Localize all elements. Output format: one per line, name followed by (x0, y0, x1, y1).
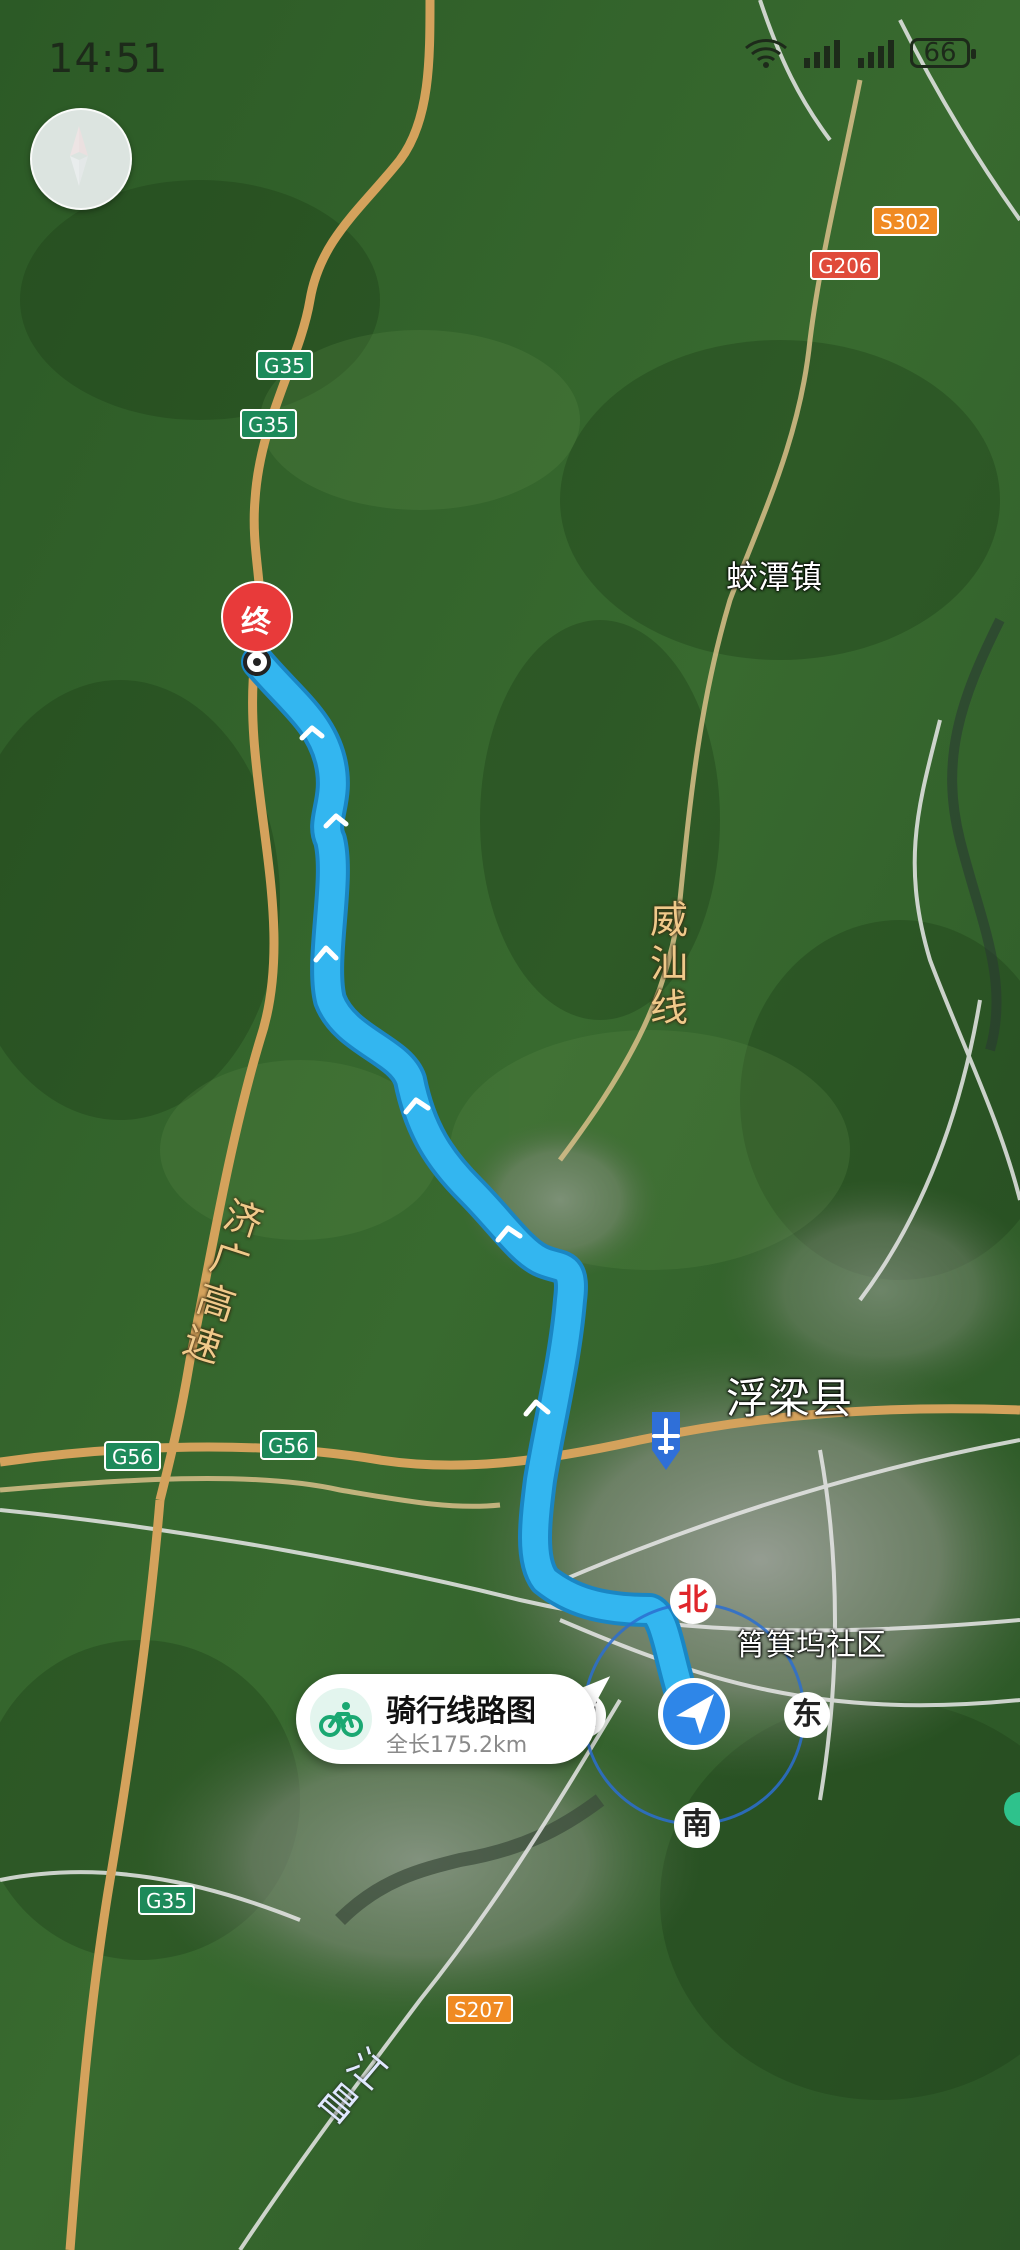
shield-g56-right: G56 (260, 1430, 317, 1460)
shield-g35-mid: G35 (240, 409, 297, 439)
shield-g35-top: G35 (256, 350, 313, 380)
shield-g35-bottom: G35 (138, 1885, 195, 1915)
route-title: 骑行线路图 (386, 1694, 536, 1729)
battery-level: 66 (923, 38, 957, 68)
compass-south-label: 南 (674, 1802, 720, 1848)
shield-s207: S207 (446, 1994, 513, 2024)
status-bar: 14:51 66 (0, 0, 1020, 120)
navigation-arrow-icon (658, 1678, 730, 1750)
bicycle-icon (310, 1688, 372, 1750)
route-info-card[interactable]: 骑行线路图 全长175.2km (296, 1674, 596, 1764)
place-xiaoji[interactable]: 筲箕坞社区 (736, 1620, 886, 1664)
compass-button[interactable] (30, 108, 132, 210)
wifi-icon (745, 39, 787, 68)
place-jiaotan[interactable]: 蛟潭镇 (726, 552, 822, 598)
battery-indicator: 66 (910, 38, 976, 68)
end-marker-label: 终 (241, 605, 271, 640)
road-weishan: 威汕线 (649, 898, 688, 1030)
signal-icon-2 (858, 40, 894, 68)
route-distance: 全长175.2km (386, 1733, 528, 1758)
compass-east-label: 东 (784, 1692, 830, 1738)
shield-g206: G206 (810, 250, 880, 280)
signal-icon (804, 40, 840, 68)
place-fuliang[interactable]: 浮梁县 (726, 1365, 852, 1426)
shield-s302: S302 (872, 206, 939, 236)
shield-g56-left: G56 (104, 1441, 161, 1471)
status-time: 14:51 (48, 36, 169, 82)
compass-north-label: 北 (670, 1578, 716, 1624)
status-icons: 66 (744, 38, 976, 68)
